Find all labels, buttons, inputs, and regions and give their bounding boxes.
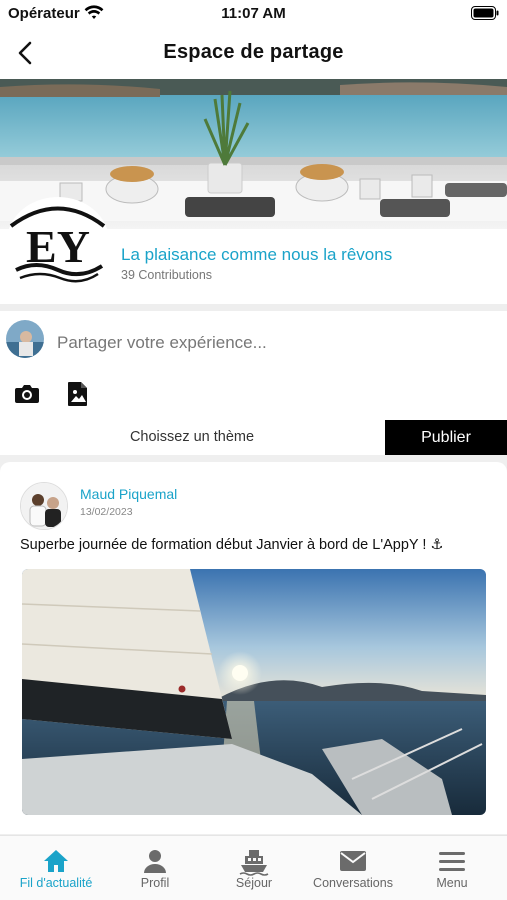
navigation-bar: Espace de partage [0, 30, 507, 76]
publish-button[interactable]: Publier [385, 420, 507, 455]
battery-icon [471, 6, 499, 25]
tab-label: Menu [436, 876, 468, 890]
hamburger-icon [439, 852, 465, 871]
post-author-name[interactable]: Maud Piquemal [80, 486, 177, 502]
tab-profil[interactable]: Profil [105, 836, 205, 900]
tab-menu[interactable]: Menu [402, 836, 502, 900]
status-bar: Opérateur 11:07 AM [0, 0, 507, 30]
envelope-icon [340, 851, 366, 871]
tab-fil-actualite[interactable]: Fil d'actualité [6, 836, 106, 900]
post-author-avatar[interactable] [20, 482, 68, 530]
group-name[interactable]: La plaisance comme nous la rêvons [121, 245, 392, 265]
home-icon [44, 850, 68, 872]
tab-sejour[interactable]: Séjour [204, 836, 304, 900]
boat-icon [239, 850, 269, 876]
user-avatar [6, 320, 44, 358]
group-logo[interactable]: EY [6, 196, 110, 286]
post-date: 13/02/2023 [80, 506, 133, 518]
clock: 11:07 AM [221, 5, 286, 22]
image-file-icon [68, 382, 87, 406]
person-icon [144, 850, 166, 873]
section-divider [0, 304, 507, 311]
share-experience-input[interactable] [57, 333, 457, 353]
post-image[interactable] [22, 569, 486, 815]
tab-conversations[interactable]: Conversations [303, 836, 403, 900]
contribution-count: 39 Contributions [121, 268, 213, 282]
page-title: Espace de partage [163, 41, 344, 63]
tab-bar: Fil d'actualité Profil Séjour Conversati… [0, 835, 507, 900]
camera-icon [15, 385, 39, 403]
post-text: Superbe journée de formation début Janvi… [20, 537, 444, 553]
camera-button[interactable] [14, 382, 40, 406]
choose-theme-button[interactable]: Choissez un thème [0, 420, 384, 455]
attach-image-button[interactable] [66, 381, 90, 407]
